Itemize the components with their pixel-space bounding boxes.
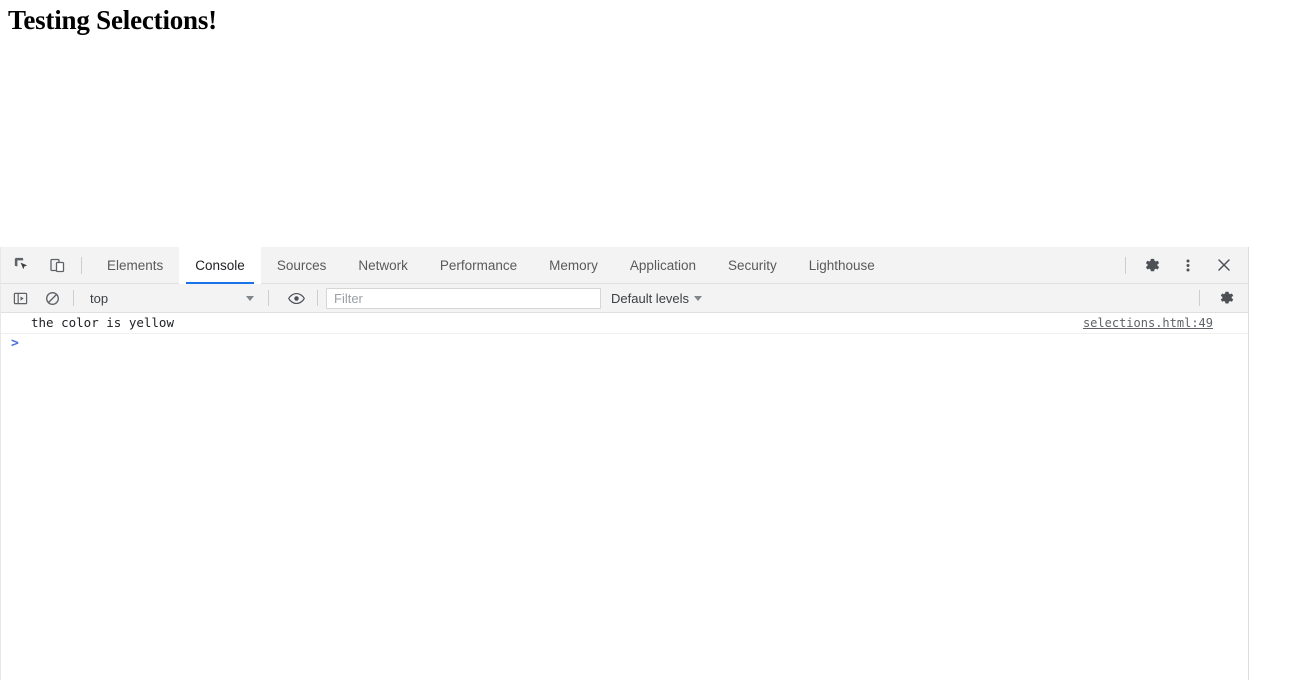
devtools-panel: Elements Console Sources Network Perform… — [0, 246, 1249, 680]
tab-label: Performance — [439, 257, 518, 273]
log-levels-dropdown[interactable]: Default levels — [601, 287, 708, 309]
gear-icon[interactable] — [1138, 251, 1166, 279]
tab-label: Lighthouse — [808, 257, 875, 273]
toolbar-divider — [1199, 290, 1200, 306]
inspect-element-icon[interactable] — [8, 251, 36, 279]
chevron-down-icon — [694, 295, 703, 301]
tab-label: Network — [358, 257, 408, 273]
devtools-tabbar: Elements Console Sources Network Perform… — [1, 246, 1248, 284]
tab-label: Sources — [276, 257, 327, 273]
page-title: Testing Selections! — [8, 5, 217, 35]
tab-console[interactable]: Console — [179, 246, 261, 284]
gear-icon[interactable] — [1214, 286, 1240, 310]
clear-console-icon[interactable] — [39, 286, 65, 310]
console-message-text: the color is yellow — [31, 315, 174, 330]
console-filter-input[interactable]: Filter — [326, 287, 601, 309]
tab-application[interactable]: Application — [614, 247, 712, 284]
console-output[interactable]: the color is yellow selections.html:49 > — [1, 313, 1248, 680]
console-prompt[interactable]: > — [1, 334, 1248, 356]
toolbar-divider — [1125, 256, 1126, 274]
tab-performance[interactable]: Performance — [424, 247, 533, 284]
prompt-chevron-icon: > — [11, 336, 19, 351]
toolbar-divider — [268, 290, 269, 306]
console-sidebar-icon[interactable] — [7, 286, 33, 310]
tab-label: Console — [195, 257, 245, 273]
tab-lighthouse[interactable]: Lighthouse — [793, 247, 891, 284]
tab-label: Application — [629, 257, 696, 273]
console-filter-toolbar: top Filter Default levels — [1, 284, 1248, 313]
console-prompt-input[interactable] — [19, 337, 1248, 353]
execution-context-dropdown[interactable]: top — [82, 287, 260, 309]
device-toolbar-icon[interactable] — [43, 251, 71, 279]
tab-elements[interactable]: Elements — [91, 247, 179, 284]
live-expression-icon[interactable] — [283, 286, 309, 310]
devtools-toolbar-actions — [1121, 251, 1248, 279]
close-icon[interactable] — [1210, 251, 1238, 279]
tab-security[interactable]: Security — [712, 247, 793, 284]
tab-label: Security — [727, 257, 777, 273]
toolbar-divider — [73, 290, 74, 306]
chevron-down-icon — [246, 295, 254, 301]
kebab-menu-icon[interactable] — [1174, 251, 1202, 279]
console-toolbar-actions — [1191, 286, 1248, 310]
tab-label: Memory — [549, 257, 598, 273]
console-message-source-link[interactable]: selections.html:49 — [1083, 316, 1236, 330]
console-log-message[interactable]: the color is yellow selections.html:49 — [1, 313, 1248, 334]
console-filter-placeholder: Filter — [334, 290, 363, 306]
tab-sources[interactable]: Sources — [261, 247, 343, 284]
tab-label: Elements — [107, 257, 164, 273]
toolbar-divider — [81, 256, 82, 274]
toolbar-divider — [317, 290, 318, 306]
tab-memory[interactable]: Memory — [533, 247, 614, 284]
execution-context-value: top — [90, 290, 109, 306]
log-levels-value: Default levels — [611, 290, 690, 306]
web-page-viewport: Testing Selections! — [0, 0, 1292, 247]
tab-network[interactable]: Network — [342, 247, 424, 284]
